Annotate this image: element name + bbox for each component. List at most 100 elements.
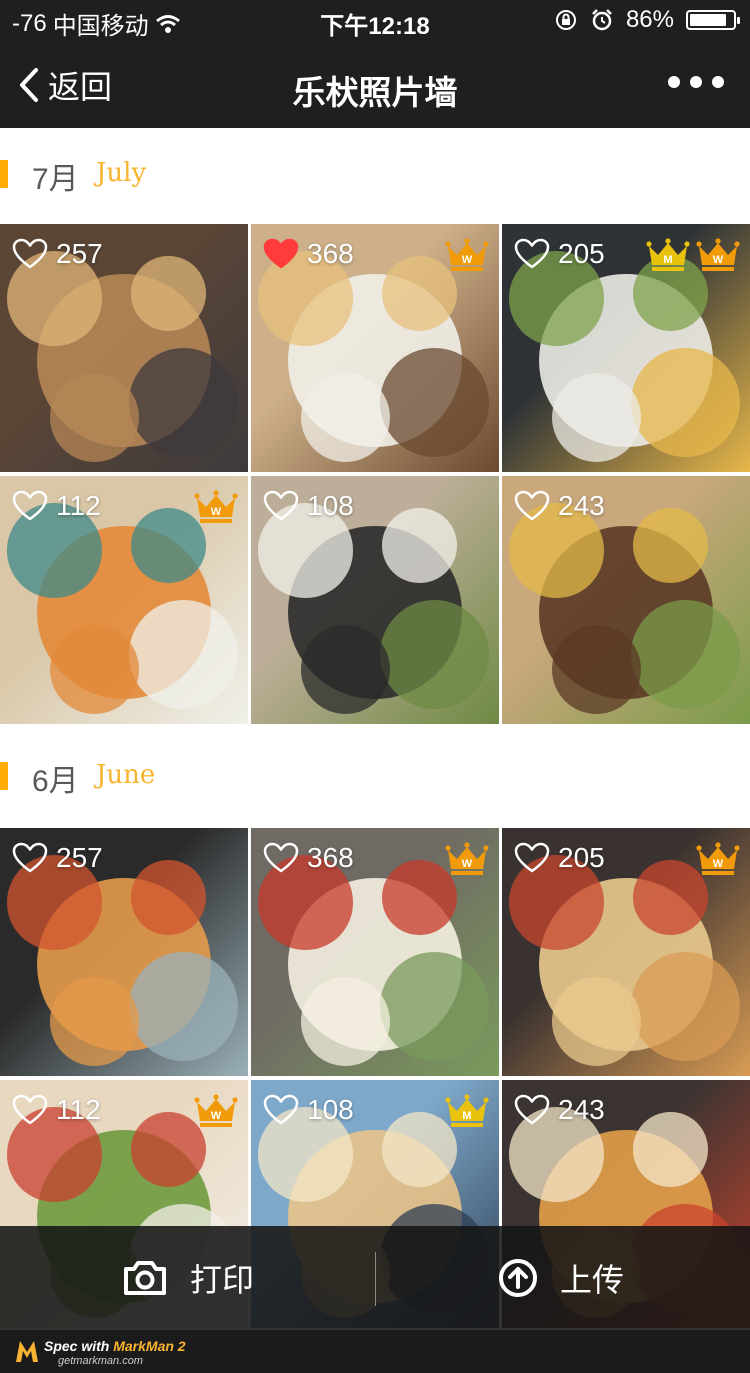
month-header-june: 6月 June: [0, 730, 750, 826]
heart-icon[interactable]: [263, 842, 299, 874]
crown-badges: W: [696, 842, 740, 876]
like-counter: 243: [514, 490, 605, 522]
crown-letter: W: [211, 1110, 222, 1122]
bottom-divider: [375, 1252, 376, 1306]
month-label-cn: 6月: [32, 765, 79, 798]
heart-icon[interactable]: [514, 490, 550, 522]
like-counter: 205: [514, 842, 605, 874]
rotation-lock-icon: [555, 10, 576, 30]
brand-name: MarkMan 2: [113, 1338, 186, 1354]
bottom-action-bar: 打印 上传: [0, 1226, 750, 1330]
photo-tile[interactable]: 257: [0, 224, 248, 472]
brand-prefix: Spec with: [44, 1338, 114, 1354]
battery-percent: 86%: [625, 6, 674, 33]
heart-icon[interactable]: [514, 238, 550, 270]
like-count: 205: [558, 238, 605, 269]
print-label: 打印: [190, 1262, 255, 1298]
crown-badges: MW: [646, 238, 740, 272]
photo-tile[interactable]: 205 W: [502, 828, 750, 1076]
like-counter: 368: [263, 842, 354, 874]
top-bar: -76 中国移动 下午12:18 86% 返回 乐枤照片墙: [0, 0, 750, 128]
camera-icon: [124, 1261, 166, 1295]
more-dots-icon[interactable]: [668, 76, 724, 88]
like-count: 368: [307, 842, 354, 873]
upload-label: 上传: [560, 1262, 625, 1298]
crown-letter: M: [663, 254, 672, 266]
like-count: 257: [56, 842, 103, 873]
heart-icon[interactable]: [12, 1094, 48, 1126]
crown-badges: W: [194, 490, 238, 524]
month-accent-bar: [0, 160, 8, 188]
month-label-cn: 7月: [32, 163, 79, 196]
crown-letter: W: [713, 254, 724, 266]
month-header-july: 7月 July: [0, 128, 750, 224]
heart-icon[interactable]: [12, 238, 48, 270]
like-count: 205: [558, 842, 605, 873]
crown-icon: W: [445, 842, 489, 875]
markman-url: getmarkman.com: [58, 1355, 143, 1367]
like-count: 112: [56, 490, 101, 521]
markman-logo-icon: [16, 1341, 38, 1362]
status-bar: -76 中国移动 下午12:18 86%: [0, 0, 750, 40]
crown-icon: W: [696, 842, 740, 875]
upload-button[interactable]: 上传: [498, 1226, 624, 1330]
like-counter: 368: [263, 238, 354, 270]
like-count: 108: [307, 1094, 354, 1125]
page-title: 乐枤照片墙: [292, 74, 458, 111]
like-counter: 205: [514, 238, 605, 270]
markman-footer: Spec with MarkMan 2 getmarkman.com: [0, 1330, 750, 1373]
like-counter: 108: [263, 490, 354, 522]
heart-icon[interactable]: [12, 490, 48, 522]
like-counter: 108: [263, 1094, 354, 1126]
print-button[interactable]: 打印: [122, 1226, 254, 1330]
alarm-icon: [592, 9, 612, 31]
photo-tile[interactable]: 368 W: [251, 828, 499, 1076]
photo-grid-july: 257 368 W 205 M W 112 W 108 243: [0, 224, 750, 728]
like-counter: 257: [12, 842, 103, 874]
like-count: 243: [558, 1094, 605, 1125]
like-count: 368: [307, 238, 354, 269]
crown-letter: W: [211, 506, 222, 518]
crown-letter: W: [462, 858, 473, 870]
crown-badges: M: [445, 1094, 489, 1128]
crown-icon: W: [194, 490, 238, 523]
photo-tile[interactable]: 112 W: [0, 476, 248, 724]
heart-icon[interactable]: [263, 490, 299, 522]
photo-tile[interactable]: 257: [0, 828, 248, 1076]
crown-badges: W: [194, 1094, 238, 1128]
heart-icon[interactable]: [12, 842, 48, 874]
heart-icon[interactable]: [514, 842, 550, 874]
photo-tile[interactable]: 243: [502, 476, 750, 724]
crown-icon: M: [646, 238, 690, 271]
status-right: 86%: [554, 6, 740, 34]
crown-badges: W: [445, 842, 489, 876]
markman-brand: Spec with MarkMan 2: [44, 1338, 186, 1354]
crown-icon: W: [696, 238, 740, 271]
crown-badges: W: [445, 238, 489, 272]
heart-icon[interactable]: [514, 1094, 550, 1126]
arrow-up-circle-icon: [499, 1259, 537, 1297]
photo-tile[interactable]: 108: [251, 476, 499, 724]
battery-icon: [686, 10, 740, 30]
month-label-en: June: [96, 760, 156, 790]
like-counter: 112: [12, 1094, 101, 1126]
like-counter: 257: [12, 238, 103, 270]
month-accent-bar: [0, 762, 8, 790]
heart-icon[interactable]: [263, 1094, 299, 1126]
like-count: 108: [307, 490, 354, 521]
like-counter: 243: [514, 1094, 605, 1126]
crown-letter: W: [713, 858, 724, 870]
nav-bar: 返回 乐枤照片墙: [0, 40, 750, 128]
photo-tile[interactable]: 368 W: [251, 224, 499, 472]
crown-letter: W: [462, 254, 473, 266]
photo-tile[interactable]: 205 M W: [502, 224, 750, 472]
month-label-en: July: [96, 158, 147, 188]
crown-icon: M: [445, 1094, 489, 1127]
like-count: 257: [56, 238, 103, 269]
crown-icon: W: [194, 1094, 238, 1127]
crown-icon: W: [445, 238, 489, 271]
like-count: 112: [56, 1094, 101, 1125]
crown-letter: M: [462, 1110, 471, 1122]
like-count: 243: [558, 490, 605, 521]
heart-icon[interactable]: [263, 238, 299, 270]
